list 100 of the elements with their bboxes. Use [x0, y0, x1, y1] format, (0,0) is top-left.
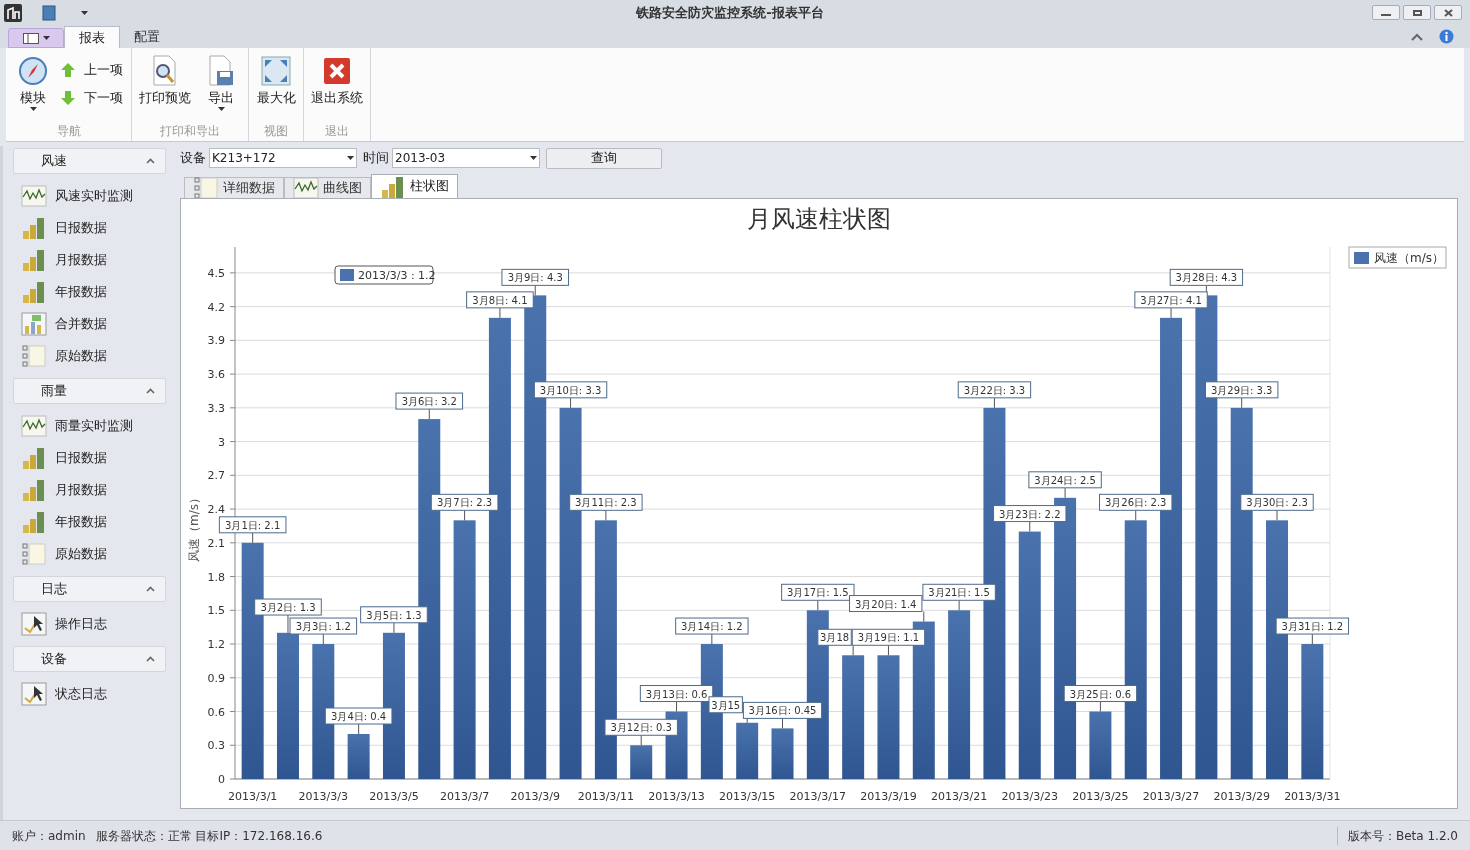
close-button[interactable] [1434, 5, 1462, 20]
nav-item[interactable]: 日报数据 [13, 212, 167, 244]
data-label: 3月19日: 1.1 [851, 628, 926, 646]
close-icon [1443, 8, 1453, 17]
view-tab[interactable]: 详细数据 [184, 177, 284, 198]
leader-line [711, 633, 713, 645]
data-label: 3月6日: 3.2 [395, 392, 464, 410]
leader-line [1135, 509, 1137, 521]
data-label: 3月17日: 1.5 [781, 583, 855, 601]
nav-item[interactable]: 原始数据 [13, 340, 167, 372]
x-tick-label: 2013/3/25 [1072, 790, 1129, 803]
x-tick-label: 2013/3/7 [439, 790, 490, 803]
data-label: 3月9日: 4.3 [501, 268, 570, 286]
ribbon-tab[interactable]: 报表 [64, 26, 120, 48]
ribbon-button[interactable]: 模块 [10, 53, 56, 121]
y-tick-label: 1.8 [207, 570, 225, 584]
x-tick-label: 2013/3/21 [930, 790, 988, 803]
list-icon [193, 176, 219, 200]
time-dropdown[interactable]: 2013-03 [392, 148, 540, 168]
ribbon-tab[interactable]: 配置 [120, 26, 174, 48]
chart-tooltip: 2013/3/3 : 1.2 [334, 265, 436, 285]
account-status: 账户：admin [12, 827, 86, 845]
view-tab[interactable]: 曲线图 [284, 177, 371, 198]
data-label: 3月29日: 3.3 [1205, 381, 1279, 399]
nav-item[interactable]: 雨量实时监测 [13, 410, 167, 442]
x-tick-label: 2013/3/27 [1142, 790, 1200, 803]
bar [736, 722, 759, 779]
leader-line [1241, 397, 1243, 409]
device-dropdown[interactable]: K213+172 [209, 148, 357, 168]
nav-item[interactable]: 月报数据 [13, 244, 167, 276]
nav-item[interactable]: 操作日志 [13, 608, 167, 640]
wave-chart-icon [21, 415, 47, 437]
chevron-icon[interactable] [146, 388, 156, 394]
x-tick-label: 2013/3/9 [510, 790, 560, 803]
nav-item[interactable]: 月报数据 [13, 474, 167, 506]
data-label: 3月20日: 1.4 [849, 595, 923, 613]
minimize-button[interactable] [1372, 5, 1400, 20]
up-arrow-icon [60, 62, 76, 78]
x-tick-label: 2013/3/5 [369, 790, 419, 803]
x-tick-label: 2013/3/3 [298, 790, 348, 803]
section-title: 风速 [41, 152, 68, 171]
close-icon [323, 57, 351, 85]
leader-line [393, 622, 395, 634]
nav-item[interactable]: 日报数据 [13, 442, 167, 474]
nav-item[interactable]: 风速实时监测 [13, 180, 167, 212]
ribbon-button[interactable]: 最大化 [253, 53, 299, 121]
chevron-icon[interactable] [146, 656, 156, 662]
wave-chart-icon [293, 177, 319, 199]
group-label: 打印和导出 [160, 123, 220, 140]
bar [771, 728, 794, 779]
ribbon-button[interactable]: 下一项 [60, 87, 123, 109]
app-logo-icon [4, 3, 22, 22]
collapse-ribbon-icon[interactable] [1411, 32, 1423, 41]
data-label: 3月7日: 2.3 [430, 493, 499, 511]
list-icon [21, 542, 47, 566]
ribbon-button[interactable]: 导出 [198, 53, 244, 121]
leader-line [817, 599, 819, 611]
y-tick-label: 3.3 [207, 401, 225, 415]
view-tab[interactable]: 柱状图 [371, 174, 458, 198]
leader-line [322, 633, 324, 645]
y-tick-label: 2.4 [207, 503, 225, 517]
leader-line [252, 532, 254, 544]
leader-line [287, 614, 289, 634]
ribbon-button[interactable]: 退出系统 [308, 53, 366, 121]
chart-icon [21, 312, 47, 336]
leader-line [570, 397, 572, 409]
section-header[interactable]: 日志 [13, 576, 167, 602]
nav-item[interactable]: 合并数据 [13, 308, 167, 340]
leader-line [1276, 509, 1278, 521]
chevron-icon[interactable] [146, 158, 156, 164]
leader-line [499, 307, 501, 319]
bar [630, 745, 653, 779]
leader-line [993, 397, 995, 409]
nav-item[interactable]: 年报数据 [13, 506, 167, 538]
ribbon-button[interactable]: 上一项 [60, 59, 123, 81]
nav-item[interactable]: 原始数据 [13, 538, 167, 570]
version-text: 版本号：Beta 1.2.0 [1336, 826, 1458, 845]
section-header[interactable]: 风速 [13, 148, 167, 174]
bar-chart-icon [380, 174, 406, 199]
data-label: 3月3日: 1.2 [289, 617, 358, 635]
group-label: 退出 [325, 123, 349, 140]
leader-line [1029, 521, 1031, 533]
query-button[interactable]: 查询 [546, 147, 662, 169]
magnifier-document-icon [151, 55, 179, 87]
data-label: 3月30日: 2.3 [1240, 493, 1314, 511]
application-menu-button[interactable] [8, 28, 64, 48]
info-icon[interactable] [1439, 29, 1454, 44]
leader-line [676, 701, 678, 712]
leader-line [852, 644, 854, 656]
caret-icon [80, 10, 88, 15]
section-header[interactable]: 雨量 [13, 378, 167, 404]
nav-item[interactable]: 年报数据 [13, 276, 167, 308]
nav-item[interactable]: 状态日志 [13, 678, 167, 710]
maximize-button[interactable] [1403, 5, 1431, 20]
data-label: 3月21日: 1.5 [922, 583, 996, 601]
chevron-icon[interactable] [146, 586, 156, 592]
leader-line [1099, 701, 1101, 712]
ribbon-button[interactable]: 打印预览 [136, 53, 194, 121]
section-header[interactable]: 设备 [13, 646, 167, 672]
x-tick-label: 2013/3/1 [227, 790, 278, 803]
